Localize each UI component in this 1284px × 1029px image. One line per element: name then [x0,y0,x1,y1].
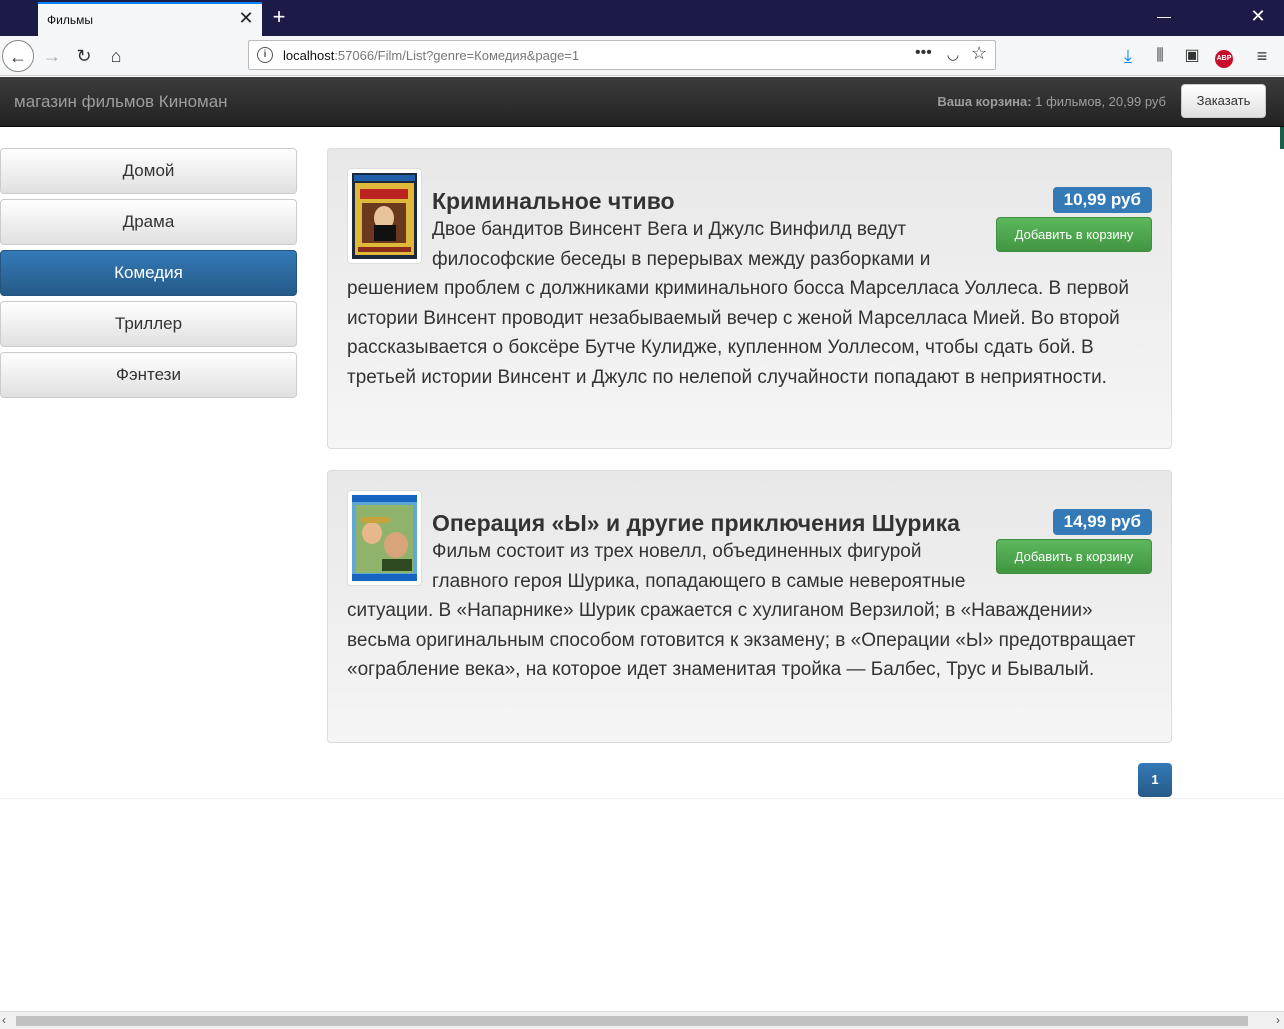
film-poster [347,490,422,586]
bookmark-star-icon[interactable]: ☆ [971,43,987,64]
tab-title: Фильмы [47,13,93,27]
browser-toolbar: ← → ↻ ⌂ i localhost:57066/Film/List?genr… [0,36,1284,76]
back-icon[interactable]: ← [2,40,34,72]
film-card: Операция «Ы» и другие приключения Шурика… [327,470,1172,743]
poster-image-operation-y [352,495,417,581]
divider [0,798,1284,799]
price-badge: 14,99 руб [1052,509,1152,535]
genre-button-comedy[interactable]: Комедия [0,250,297,296]
browser-tab[interactable]: Фильмы ✕ [38,2,262,36]
poster-image-pulp-fiction [352,173,417,259]
hamburger-menu-icon[interactable]: ≡ [1250,44,1274,68]
site-info-icon[interactable]: i [257,47,273,63]
minimize-icon[interactable]: — [1156,4,1172,28]
url-path: :57066/Film/List?genre=Комедия&page=1 [334,48,580,63]
adblock-icon[interactable]: ABP [1212,44,1236,68]
genre-button-drama[interactable]: Драма [0,199,297,245]
tab-close-icon[interactable]: ✕ [236,8,256,28]
cart-value: 1 фильмов, 20,99 руб [1031,94,1166,109]
price-badge: 10,99 руб [1052,187,1152,213]
url-host: localhost [283,48,335,63]
new-tab-button[interactable]: + [268,3,290,31]
genre-button-fantasy[interactable]: Фэнтези [0,352,297,398]
scroll-left-icon[interactable]: ‹ [2,1013,6,1027]
site-brand[interactable]: магазин фильмов Киноман [14,92,228,112]
url-text[interactable]: localhost:57066/Film/List?genre=Комедия&… [283,48,579,63]
cart-summary: Ваша корзина: 1 фильмов, 20,99 руб [937,94,1166,109]
film-title: Операция «Ы» и другие приключения Шурика [432,510,960,536]
genre-button-thriller[interactable]: Триллер [0,301,297,347]
add-to-cart-button[interactable]: Добавить в корзину [996,539,1152,574]
cart-label: Ваша корзина: [937,94,1032,109]
browser-tab-bar: Фильмы ✕ + — ✕ [0,0,1284,36]
address-bar[interactable]: i localhost:57066/Film/List?genre=Комеди… [248,40,996,70]
home-icon[interactable]: ⌂ [100,40,132,72]
film-card: Криминальное чтиво 10,99 руб Добавить в … [327,148,1172,449]
reload-icon[interactable]: ↻ [68,40,100,72]
sidebar-icon[interactable]: ▣ [1180,44,1204,68]
page-edge-decoration [1280,127,1284,149]
page-button-1[interactable]: 1 [1138,763,1172,797]
film-poster [347,168,422,264]
film-title: Криминальное чтиво [432,188,675,214]
horizontal-scrollbar[interactable]: ‹ › [0,1011,1284,1029]
pocket-icon[interactable]: ◡ [943,44,963,64]
forward-icon[interactable]: → [36,40,68,72]
window-close-icon[interactable]: ✕ [1248,4,1268,28]
scrollbar-thumb[interactable] [16,1016,1248,1026]
scroll-right-icon[interactable]: › [1276,1013,1280,1027]
library-icon[interactable]: ⫼ [1148,44,1172,68]
page-actions-icon[interactable]: ••• [915,44,932,62]
site-navbar: магазин фильмов Киноман Ваша корзина: 1 … [0,77,1284,127]
add-to-cart-button[interactable]: Добавить в корзину [996,217,1152,252]
order-button[interactable]: Заказать [1181,84,1266,118]
download-icon[interactable]: ⤓ [1116,44,1140,68]
genre-button-home[interactable]: Домой [0,148,297,194]
